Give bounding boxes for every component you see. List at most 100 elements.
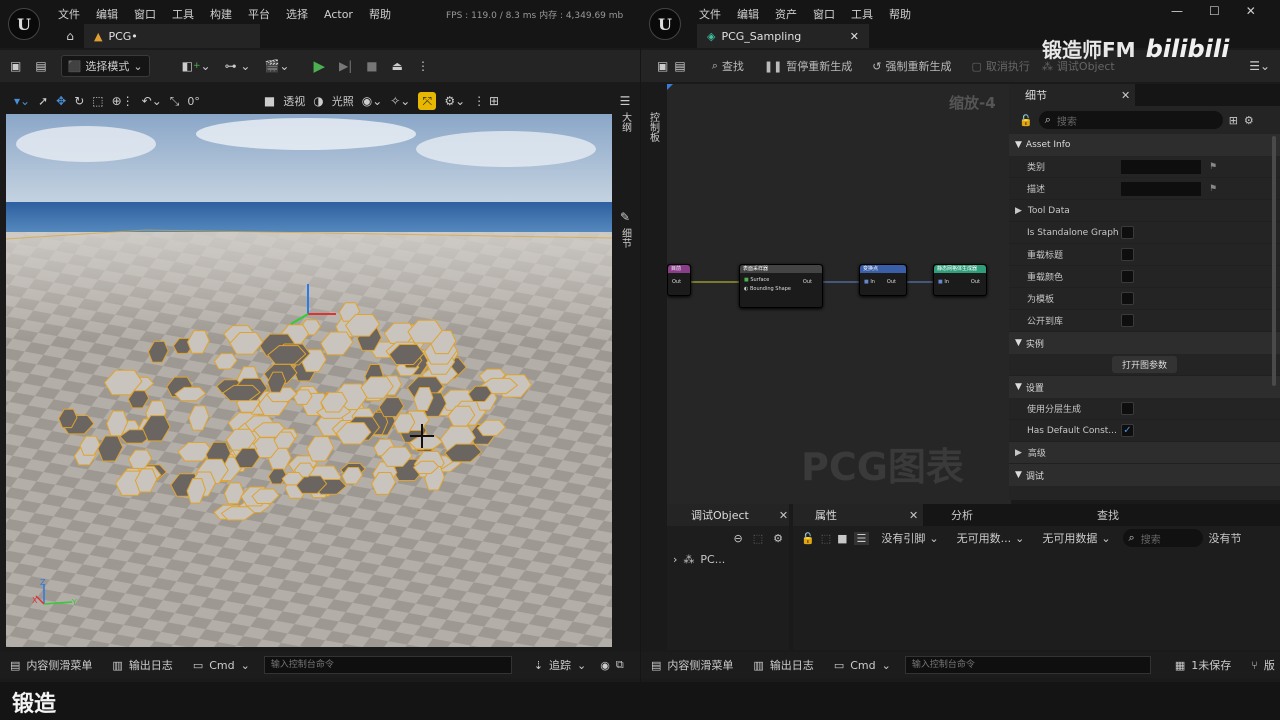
focus-icon[interactable]: ⬚: [753, 532, 763, 545]
pin-select[interactable]: 没有引脚 ⌄: [875, 529, 944, 547]
side-tab-details-icon[interactable]: ✎: [614, 210, 636, 224]
menu-help[interactable]: 帮助: [889, 6, 911, 22]
has-default-checkbox[interactable]: ✓: [1121, 424, 1134, 437]
add-actor-icon[interactable]: ◧ + ⌄: [182, 59, 211, 73]
table-icon[interactable]: ⊞: [1229, 114, 1238, 127]
pin-transform-out[interactable]: Out: [887, 279, 896, 285]
lighting-icon[interactable]: ◑: [313, 94, 323, 108]
lighting-button[interactable]: 光照: [332, 93, 354, 109]
play-icon[interactable]: ▶: [313, 57, 325, 75]
node-surface-sampler[interactable]: 表面采样器 ■ Surface ◐ Bounding Shape Out: [739, 264, 823, 308]
find-button[interactable]: ⌕ 查找: [712, 58, 744, 74]
analysis-tab[interactable]: 分析: [951, 507, 973, 523]
section-instance[interactable]: ▼ 实例: [1009, 332, 1280, 354]
output-log-button[interactable]: 输出日志: [129, 657, 173, 673]
back-icon[interactable]: ⊖: [734, 532, 743, 545]
source-control-icon[interactable]: ⧉: [616, 658, 624, 672]
node-input[interactable]: 目前 Out: [667, 264, 691, 296]
mode-select[interactable]: ⬛ 选择模式 ⌄: [60, 55, 150, 77]
close-icon[interactable]: ✕: [1121, 89, 1130, 102]
node-transform-points[interactable]: 变换点 ■ In Out: [859, 264, 907, 296]
unreal-logo[interactable]: U: [649, 8, 681, 40]
pin-surface-out[interactable]: Out: [803, 279, 812, 285]
rotate-icon[interactable]: ↻: [74, 94, 84, 108]
pcg-graph-canvas[interactable]: 缩放-4 PCG图表 目前 Out 表面采样器 ■ Surface ◐ Boun…: [667, 84, 1011, 504]
close-icon[interactable]: ✕: [779, 509, 788, 522]
data-select-1[interactable]: 无可用数... ⌄: [951, 529, 1031, 547]
menu-tools[interactable]: 工具: [851, 6, 873, 22]
attributes-tab[interactable]: 属性 ✕: [793, 504, 923, 526]
level-viewport[interactable]: Z X Y: [6, 114, 612, 647]
level-tab[interactable]: ▲ PCG•: [84, 24, 260, 48]
menu-tools[interactable]: 工具: [172, 6, 194, 22]
cmd-button[interactable]: Cmd: [850, 659, 875, 672]
perspective-button[interactable]: 透视: [283, 93, 305, 109]
record-icon[interactable]: ◉: [600, 659, 610, 672]
content-drawer-button[interactable]: 内容侧滑菜单: [26, 657, 92, 673]
world-icon[interactable]: ⊕⋮: [112, 94, 134, 108]
details-tab[interactable]: 细节 ✕: [1009, 84, 1135, 106]
open-graph-params-button[interactable]: 打开图参数: [1111, 356, 1177, 373]
attributes-search[interactable]: ⌕ 搜索: [1122, 529, 1203, 547]
source-control-label[interactable]: 版: [1264, 657, 1275, 673]
expose-library-checkbox[interactable]: [1121, 314, 1134, 327]
pin-bounding-shape[interactable]: ◐ Bounding Shape: [744, 286, 822, 292]
section-advanced[interactable]: ▶ 高级: [1009, 442, 1280, 464]
menu-window[interactable]: 窗口: [134, 6, 156, 22]
show-icon[interactable]: ◉⌄: [362, 94, 383, 108]
use-hierarchy-checkbox[interactable]: [1121, 402, 1134, 415]
filter-icon[interactable]: ☰: [853, 531, 870, 545]
lock-icon[interactable]: 🔓: [801, 532, 815, 545]
gear-icon[interactable]: ⚙: [1244, 114, 1254, 127]
menu-platform[interactable]: 平台: [248, 6, 270, 22]
minimize-icon[interactable]: —: [1171, 4, 1183, 18]
content-drawer-icon[interactable]: ▤: [10, 659, 20, 672]
angle-snap-icon[interactable]: ⤡: [170, 94, 180, 109]
scale-icon[interactable]: ⬚: [92, 94, 103, 108]
menu-edit[interactable]: 编辑: [96, 6, 118, 22]
section-settings[interactable]: ▼ 设置: [1009, 376, 1280, 398]
pin-transform-in[interactable]: ■ In: [864, 279, 906, 285]
details-search-input[interactable]: ⌕ 搜索: [1038, 111, 1223, 129]
unsaved-icon[interactable]: ▦: [1175, 659, 1185, 672]
stop-icon[interactable]: ■: [366, 59, 377, 73]
realtime-icon[interactable]: ✧⌄: [390, 94, 410, 108]
unsaved-button[interactable]: 1未保存: [1191, 657, 1231, 673]
layout-icon[interactable]: ⋮ ⊞: [473, 94, 499, 108]
section-debug[interactable]: ▼ 调试: [1009, 464, 1280, 486]
translate-icon[interactable]: ✥: [56, 94, 66, 108]
focus-icon[interactable]: ⬚: [821, 532, 831, 545]
gear-icon[interactable]: ⚙: [773, 532, 783, 545]
pin-spawner-out[interactable]: Out: [971, 279, 980, 285]
content-drawer-button[interactable]: 内容侧滑菜单: [667, 657, 733, 673]
surface-snap-icon[interactable]: ↶⌄: [142, 94, 162, 108]
camera-icon[interactable]: ■: [264, 94, 275, 108]
category-field[interactable]: [1121, 159, 1201, 174]
maximize-icon[interactable]: ☐: [1209, 4, 1220, 18]
select-icon[interactable]: ➚: [38, 94, 48, 108]
close-tab-icon[interactable]: ✕: [850, 30, 859, 43]
node-static-mesh-spawner[interactable]: 静态网格体生成器 ■ In Out: [933, 264, 987, 296]
browse-icon[interactable]: ▤: [35, 59, 46, 73]
settings-icon[interactable]: ⚙⌄: [444, 94, 465, 108]
eject-icon[interactable]: ⏏: [392, 59, 403, 73]
palette-tab[interactable]: 控制板: [646, 112, 661, 142]
node-input-out-pin[interactable]: Out: [672, 279, 690, 285]
expand-icon[interactable]: ›: [673, 553, 677, 566]
description-field[interactable]: [1121, 181, 1201, 196]
override-color-checkbox[interactable]: [1121, 270, 1134, 283]
close-icon[interactable]: ✕: [1246, 4, 1256, 18]
data-select-2[interactable]: 无可用数据 ⌄: [1036, 529, 1116, 547]
menu-help[interactable]: 帮助: [369, 6, 391, 22]
row-tool-data[interactable]: ▶ Tool Data: [1009, 200, 1280, 222]
menu-edit[interactable]: 编辑: [737, 6, 759, 22]
more-icon[interactable]: ⋮: [417, 59, 429, 73]
home-icon[interactable]: ⌂: [62, 28, 78, 44]
step-icon[interactable]: ▶|: [339, 59, 352, 73]
overflow-menu-icon[interactable]: ☰⌄: [1249, 59, 1270, 73]
menu-select[interactable]: 选择: [286, 6, 308, 22]
flag-icon[interactable]: ⚑: [1209, 184, 1217, 194]
details-scrollbar[interactable]: [1272, 136, 1276, 386]
viewport-options-icon[interactable]: ▾⌄: [14, 94, 30, 108]
console-input[interactable]: [263, 656, 512, 674]
